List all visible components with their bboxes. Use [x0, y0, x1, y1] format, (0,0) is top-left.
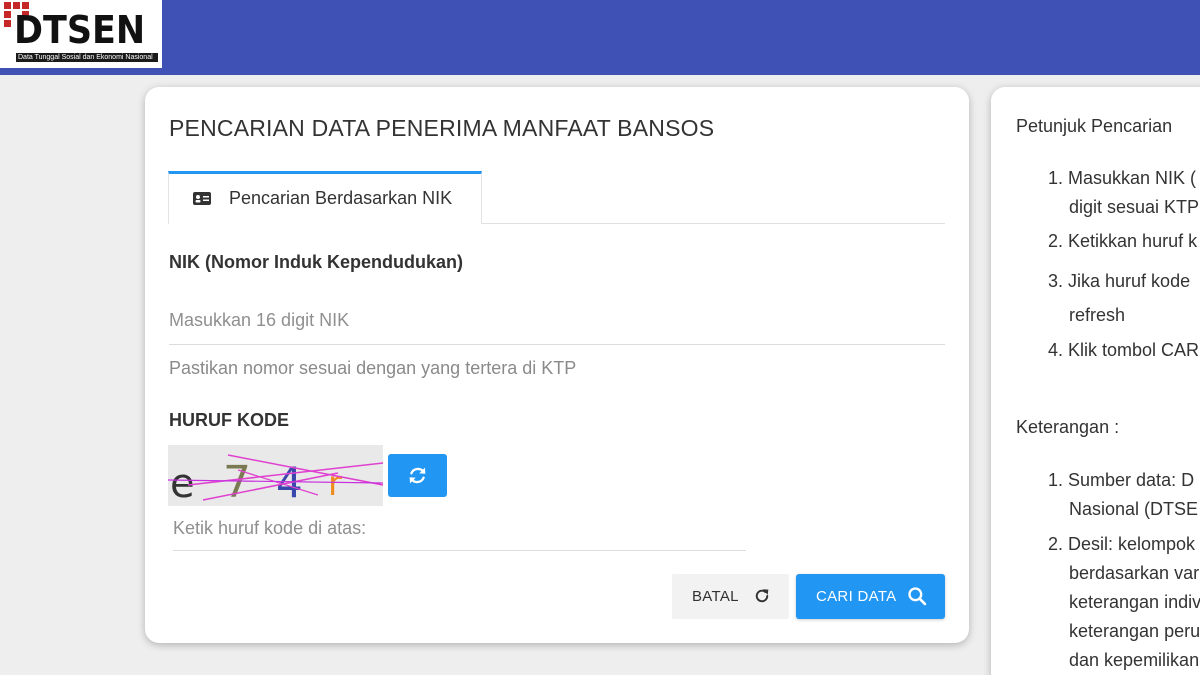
keterangan-line: dan kepemilikan: [1069, 650, 1200, 670]
id-card-icon: [193, 192, 211, 205]
dtsen-logo[interactable]: DTSEN Data Tunggal Sosial dan Ekonomi Na…: [0, 0, 162, 68]
header-bar: DTSEN Data Tunggal Sosial dan Ekonomi Na…: [0, 0, 1200, 75]
batal-label: BATAL: [692, 588, 739, 605]
kode-label: HURUF KODE: [169, 410, 289, 430]
petunjuk-line: 3. Jika huruf kode: [1048, 271, 1191, 291]
cari-label: CARI DATA: [816, 588, 897, 605]
keterangan-title: Keterangan :: [1016, 417, 1120, 437]
captcha-input[interactable]: [173, 507, 746, 551]
petunjuk-line: 1. Masukkan NIK (: [1048, 168, 1197, 188]
captcha-char: e: [170, 461, 195, 506]
captcha-image: e 7 4 r: [168, 445, 383, 506]
keterangan-line: Nasional (DTSE: [1069, 499, 1199, 519]
petunjuk-line: 2. Ketikkan huruf k: [1048, 231, 1198, 251]
cari-data-button[interactable]: CARI DATA: [796, 574, 945, 619]
nik-input[interactable]: [169, 297, 945, 345]
refresh-icon: [409, 467, 426, 484]
keterangan-line: keterangan peru: [1069, 621, 1200, 641]
petunjuk-title: Petunjuk Pencarian: [1016, 116, 1173, 136]
tab-nik-search[interactable]: Pencarian Berdasarkan NIK: [168, 171, 482, 224]
nik-hint: Pastikan nomor sesuai dengan yang terter…: [169, 358, 577, 378]
info-panel: Petunjuk Pencarian 1. Masukkan NIK ( dig…: [991, 87, 1200, 675]
logo-text: DTSEN: [14, 8, 146, 52]
petunjuk-line: digit sesuai KTP: [1069, 197, 1200, 217]
captcha-refresh-button[interactable]: [388, 454, 447, 497]
keterangan-line: berdasarkan var: [1069, 563, 1200, 583]
reset-icon: [755, 589, 769, 603]
captcha-char: r: [328, 464, 342, 504]
search-icon: [908, 587, 927, 606]
logo-subtitle: Data Tunggal Sosial dan Ekonomi Nasional: [16, 53, 158, 62]
tab-label: Pencarian Berdasarkan NIK: [229, 188, 453, 208]
search-card: PENCARIAN DATA PENERIMA MANFAAT BANSOS P…: [145, 87, 969, 643]
page-title: PENCARIAN DATA PENERIMA MANFAAT BANSOS: [169, 115, 715, 141]
nik-label: NIK (Nomor Induk Kependudukan): [169, 252, 463, 272]
batal-button[interactable]: BATAL: [672, 574, 789, 619]
petunjuk-line: refresh: [1069, 305, 1126, 325]
keterangan-line: 1. Sumber data: D: [1048, 470, 1195, 490]
petunjuk-line: 4. Klik tombol CAR: [1048, 340, 1200, 360]
keterangan-line: keterangan indiv: [1069, 592, 1200, 612]
keterangan-line: 2. Desil: kelompok: [1048, 534, 1196, 554]
